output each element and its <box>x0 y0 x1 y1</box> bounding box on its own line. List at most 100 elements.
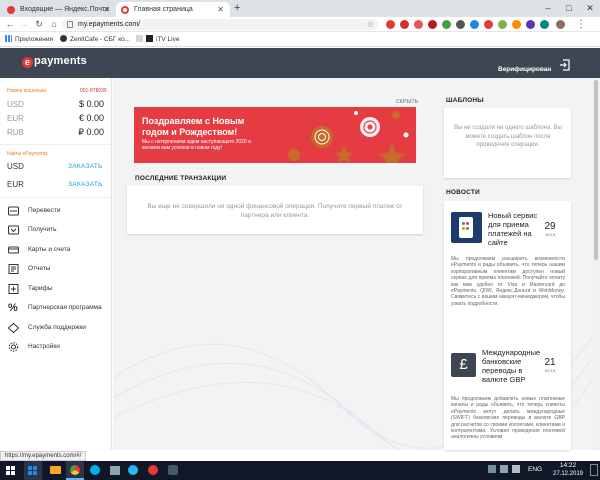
notifications-icon[interactable] <box>590 464 598 476</box>
zenitcafe-icon <box>60 35 67 42</box>
new-tab-button[interactable]: + <box>234 1 240 16</box>
pound-icon: £ <box>451 353 476 377</box>
taskbar-chrome-icon[interactable] <box>66 461 84 480</box>
sidebar-item-label: Получить <box>28 226 57 233</box>
yandex-mail-favicon-icon <box>7 6 15 14</box>
phone-payment-icon <box>451 212 482 243</box>
news-time: 10:19 <box>544 232 555 237</box>
close-window-button[interactable]: ✕ <box>580 0 600 17</box>
bookmark-apps[interactable]: Приложения <box>5 32 53 47</box>
taskbar-windows-app[interactable] <box>24 461 42 480</box>
keyboard-language[interactable]: ENG <box>528 466 542 473</box>
minimize-button[interactable]: – <box>538 0 558 17</box>
bookmark-zenitcafe[interactable]: ZenitCafe - СБГ ко... <box>60 32 130 47</box>
balance-currency: EUR <box>7 114 24 123</box>
taskbar-app-dark-icon[interactable] <box>164 461 182 480</box>
back-button[interactable]: ← <box>3 17 17 32</box>
extension-yandex-icon[interactable] <box>386 20 395 29</box>
sidebar-item-reports[interactable]: Отчеты <box>8 262 108 276</box>
transactions-empty-message: Вы еще не совершили ни одной финансовой … <box>147 203 403 219</box>
sidebar-item-label: Отчеты <box>28 265 51 272</box>
bookmark-label: Приложения <box>15 36 54 43</box>
status-url: https://my.epayments.com/#/ <box>0 451 87 461</box>
transfer-icon <box>8 206 19 216</box>
tab-title: Главная страница <box>134 6 193 13</box>
browser-menu-icon[interactable]: ⋮ <box>576 17 586 32</box>
sidebar-item-support[interactable]: Служба поддержки <box>8 321 108 335</box>
tray-volume-icon[interactable] <box>500 465 508 473</box>
itv-icon <box>146 35 153 42</box>
scrollbar-thumb[interactable] <box>594 80 598 260</box>
banner-title: Поздравляем с Новым годом и Рождеством! <box>142 116 245 137</box>
bookmark-icon <box>136 35 143 42</box>
home-button[interactable]: ⌂ <box>47 17 61 32</box>
apps-grid-icon <box>5 35 12 42</box>
bookmark-unnamed[interactable] <box>136 32 146 47</box>
sidebar-item-tariffs[interactable]: Тарифы <box>8 282 108 296</box>
order-card-eur-button[interactable]: ЗАКАЗАТЬ <box>68 181 103 188</box>
extension-adblock-icon[interactable] <box>400 20 409 29</box>
hide-banner-link[interactable]: СКРЫТЬ <box>396 99 418 105</box>
balance-amount: $ 0.00 <box>78 99 104 109</box>
bookmark-star-icon[interactable]: ☆ <box>367 19 374 30</box>
balance-currency: USD <box>7 100 24 109</box>
extension-record-icon[interactable] <box>428 20 437 29</box>
extension-mail-icon[interactable] <box>414 20 423 29</box>
close-tab-icon[interactable]: ✕ <box>217 2 224 17</box>
extension-red-icon[interactable] <box>484 20 493 29</box>
taskbar-explorer-icon[interactable] <box>46 461 64 480</box>
extension-blue-icon[interactable] <box>470 20 479 29</box>
clock-date[interactable]: 27.12.2019 <box>549 471 587 477</box>
logout-icon[interactable] <box>558 58 572 72</box>
extension-green-icon[interactable] <box>442 20 451 29</box>
epayments-favicon-icon <box>121 6 129 14</box>
profile-avatar-icon[interactable] <box>556 20 565 29</box>
news-title[interactable]: Новый сервис для приема платежей на сайт… <box>488 211 538 247</box>
balance-amount: ₽ 0.00 <box>78 127 104 137</box>
sidebar-item-transfer[interactable]: Перевести <box>8 204 108 218</box>
app-header <box>0 48 600 78</box>
tab-yandex-mail[interactable]: Входящие — Яндекс.Почта ✕ <box>2 2 116 17</box>
sidebar-item-label: Служба поддержки <box>28 324 86 331</box>
maximize-button[interactable]: □ <box>559 0 579 17</box>
sidebar-item-partner-program[interactable]: % Партнерская программа <box>8 301 108 315</box>
epayments-logo[interactable]: e payments <box>22 55 87 68</box>
address-bar[interactable]: my.epayments.com/ ☆ <box>62 19 378 30</box>
taskbar-skype-icon[interactable] <box>86 461 104 480</box>
news-day: 21 <box>544 357 556 368</box>
extension-orange-icon[interactable] <box>512 20 521 29</box>
tab-home-page[interactable]: Главная страница ✕ <box>116 2 230 17</box>
sidebar-item-receive[interactable]: Получить <box>8 223 108 237</box>
percent-icon: % <box>8 302 18 314</box>
taskbar-app-red-icon[interactable] <box>144 461 162 480</box>
tray-battery-icon[interactable] <box>512 465 520 473</box>
extension-lime-icon[interactable] <box>498 20 507 29</box>
extension-purple-icon[interactable] <box>526 20 535 29</box>
taskbar-files-icon[interactable] <box>106 461 124 480</box>
tray-network-icon[interactable] <box>488 465 496 473</box>
extension-grey-icon[interactable] <box>456 20 465 29</box>
order-card-usd-button[interactable]: ЗАКАЗАТЬ <box>68 163 103 170</box>
receive-icon <box>8 225 19 235</box>
windows-start-icon[interactable] <box>2 461 20 480</box>
clock-time[interactable]: 14:22 <box>553 462 583 469</box>
taskbar-telegram-icon[interactable] <box>124 461 142 480</box>
forward-button[interactable]: → <box>17 17 31 32</box>
templates-empty-message: Вы не создали ни одного шаблона. Вы може… <box>454 125 562 148</box>
logo-text: payments <box>34 55 87 67</box>
cards-icon <box>8 246 19 254</box>
sidebar-item-settings[interactable]: Настройки <box>8 340 108 354</box>
news-title[interactable]: Международные банковские переводы в валю… <box>482 348 540 384</box>
sidebar-item-cards[interactable]: Карты и счета <box>8 243 108 257</box>
bookmark-itv-live[interactable]: iTV Live <box>146 32 179 47</box>
wallet-number-label: Номер кошелька <box>7 88 47 94</box>
reload-button[interactable]: ↻ <box>32 17 46 32</box>
address-url: my.epayments.com/ <box>78 21 141 28</box>
close-tab-icon[interactable]: ✕ <box>103 2 110 17</box>
news-body: Мы продолжаем добавлять новые платежные … <box>451 396 565 441</box>
wallet-number[interactable]: 001-878039 <box>80 88 107 94</box>
divider <box>0 144 111 145</box>
windows-logo-icon <box>28 466 37 475</box>
sidebar-item-label: Тарифы <box>28 285 53 292</box>
extension-teal-icon[interactable] <box>540 20 549 29</box>
